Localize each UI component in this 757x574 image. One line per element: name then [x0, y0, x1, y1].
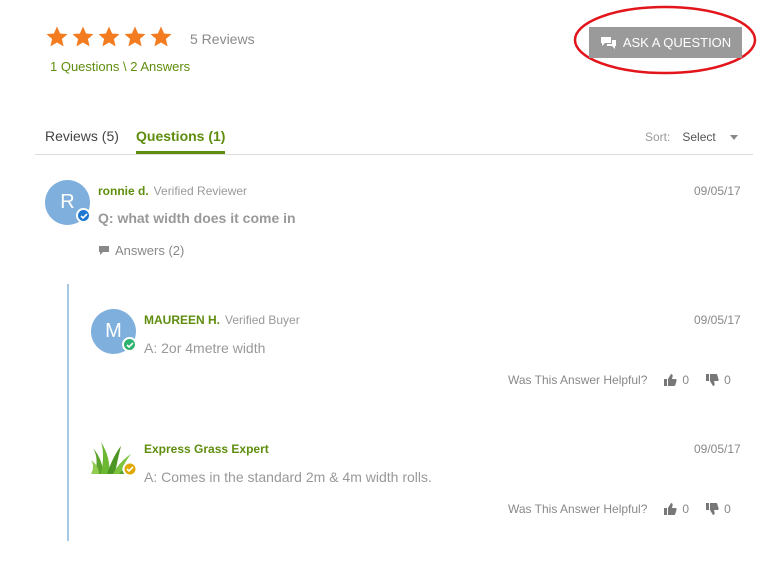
question-author-name: ronnie d.	[98, 184, 149, 198]
helpful-label: Was This Answer Helpful?	[508, 502, 648, 516]
qa-summary-link[interactable]: 1 Questions \ 2 Answers	[50, 59, 190, 74]
thumbs-up-icon	[664, 503, 678, 515]
avatar: M	[91, 309, 137, 354]
answer-author-name: MAUREEN H.	[144, 313, 221, 327]
answer-thread-line	[67, 284, 69, 541]
question-author: ronnie d. Verified Reviewer	[98, 184, 247, 198]
star-icon	[150, 26, 172, 47]
ask-question-button[interactable]: ASK A QUESTION	[589, 27, 742, 58]
thumbs-up-button[interactable]: 0	[663, 373, 689, 387]
answer-author-name: Express Grass Expert	[144, 442, 269, 456]
question-date: 09/05/17	[694, 184, 741, 198]
star-icon	[124, 26, 146, 47]
star-icon	[98, 26, 120, 47]
answer-text: A: 2or 4metre width	[144, 340, 266, 356]
verified-buyer-badge-icon	[122, 337, 137, 352]
tab-reviews[interactable]: Reviews (5)	[45, 128, 119, 151]
thumbs-down-button[interactable]: 0	[705, 502, 731, 516]
thumbs-up-icon	[664, 374, 678, 386]
thumbs-up-count: 0	[682, 502, 690, 516]
avatar-initial: M	[105, 320, 122, 342]
star-rating	[45, 25, 173, 49]
avatar-initial: R	[60, 191, 75, 213]
thumbs-down-button[interactable]: 0	[705, 373, 731, 387]
thumbs-down-count: 0	[724, 373, 731, 387]
sort-dropdown[interactable]: Sort: Select	[645, 130, 738, 144]
question-author-role: Verified Reviewer	[153, 184, 248, 198]
tab-questions[interactable]: Questions (1)	[136, 128, 226, 154]
answer-date: 09/05/17	[694, 313, 741, 327]
verified-badge-icon	[76, 208, 91, 223]
avatar: R	[45, 180, 91, 225]
thumbs-down-icon	[706, 374, 719, 386]
answer-author: Express Grass Expert	[144, 442, 269, 456]
answer-text: A: Comes in the standard 2m & 4m width r…	[144, 469, 432, 485]
caret-down-icon	[729, 134, 738, 140]
answer-author: MAUREEN H. Verified Buyer	[144, 313, 300, 327]
answer-author-role: Verified Buyer	[225, 313, 300, 327]
review-tabs: Reviews (5) Questions (1) Sort: Select	[35, 118, 753, 155]
sort-label: Sort:	[645, 130, 671, 144]
sort-value: Select	[682, 130, 716, 144]
answer-date: 09/05/17	[694, 442, 741, 456]
answers-toggle[interactable]: Answers (2)	[98, 243, 184, 258]
star-icon	[46, 26, 68, 47]
thumbs-down-count: 0	[724, 502, 731, 516]
helpful-votes: Was This Answer Helpful? 0 0	[508, 373, 731, 387]
ask-question-label: ASK A QUESTION	[622, 35, 732, 50]
comment-icon	[99, 246, 109, 255]
helpful-votes: Was This Answer Helpful? 0 0	[508, 502, 731, 516]
question-text: Q: what width does it come in	[98, 210, 296, 226]
ask-question-area: ASK A QUESTION	[572, 4, 757, 76]
helpful-label: Was This Answer Helpful?	[508, 373, 648, 387]
answers-toggle-label: Answers (2)	[115, 243, 185, 258]
star-icon	[72, 26, 94, 47]
thumbs-up-count: 0	[682, 373, 690, 387]
chat-bubbles-icon	[600, 36, 616, 49]
review-count[interactable]: 5 Reviews	[190, 31, 255, 47]
grass-logo-icon	[91, 442, 136, 476]
thumbs-up-button[interactable]: 0	[663, 502, 689, 516]
thumbs-down-icon	[706, 503, 719, 515]
